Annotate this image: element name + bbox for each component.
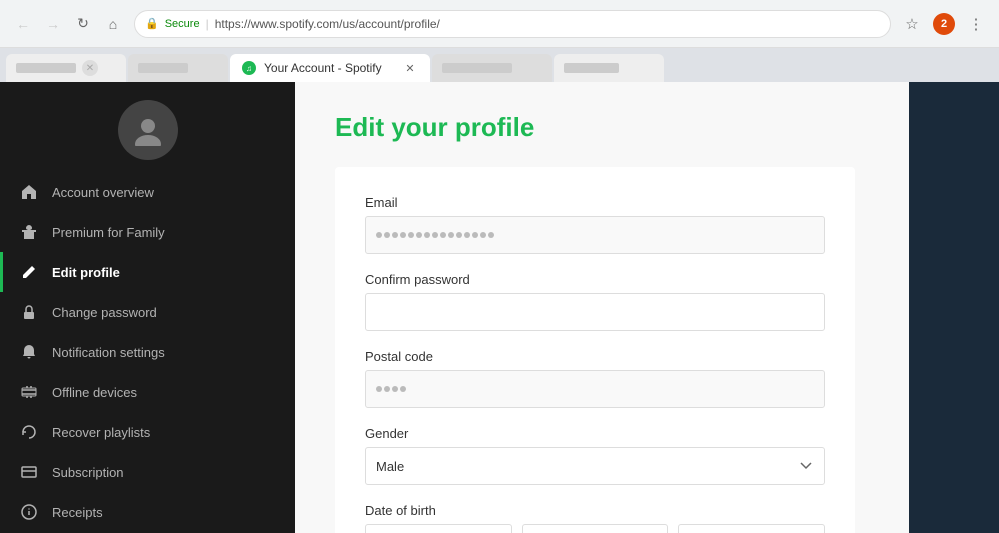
sidebar-item-receipts[interactable]: Receipts xyxy=(0,492,295,532)
forward-button[interactable]: → xyxy=(40,11,66,37)
url-text: https://www.spotify.com/us/account/profi… xyxy=(215,17,440,31)
sidebar-item-account-overview[interactable]: Account overview xyxy=(0,172,295,212)
email-label: Email xyxy=(365,195,825,210)
sidebar-item-premium-family[interactable]: Premium for Family xyxy=(0,212,295,252)
lock-icon: 🔒 xyxy=(145,17,159,30)
confirm-password-input[interactable] xyxy=(365,293,825,331)
email-blur xyxy=(376,232,494,238)
info-icon xyxy=(20,503,38,521)
page-content: Edit your profile Email Confirm pass xyxy=(295,82,909,533)
tab-favicon: ♫ xyxy=(242,61,256,75)
sidebar-item-recover-playlists[interactable]: Recover playlists xyxy=(0,412,295,452)
tab-close-button[interactable]: ✕ xyxy=(402,60,418,76)
dob-row xyxy=(365,524,825,533)
active-tab[interactable]: ♫ Your Account - Spotify ✕ xyxy=(230,54,430,82)
dob-month-wrap xyxy=(522,524,669,533)
tab-bar: ✕ ♫ Your Account - Spotify ✕ xyxy=(0,48,999,82)
sidebar-item-label: Recover playlists xyxy=(52,425,150,440)
sidebar-item-label: Notification settings xyxy=(52,345,165,360)
home-icon xyxy=(20,183,38,201)
reload-button[interactable]: ↻ xyxy=(70,11,96,37)
form-card: Email Confirm password Pos xyxy=(335,167,855,533)
sidebar-item-label: Premium for Family xyxy=(52,225,165,240)
tab-title: Your Account - Spotify xyxy=(264,61,394,75)
nav-buttons: ← → ↻ ⌂ xyxy=(10,11,126,37)
dob-year-wrap xyxy=(678,524,825,533)
sidebar-item-notifications[interactable]: Notification settings xyxy=(0,332,295,372)
page-title: Edit your profile xyxy=(335,112,869,143)
sidebar-item-label: Change password xyxy=(52,305,157,320)
secure-label: Secure xyxy=(165,18,200,30)
edit-icon xyxy=(20,263,38,281)
sidebar: Account overview Premium for Family Edit… xyxy=(0,82,295,533)
email-group: Email xyxy=(365,195,825,254)
gift-icon xyxy=(20,223,38,241)
devices-icon xyxy=(20,383,38,401)
refresh-icon xyxy=(20,423,38,441)
bookmark-button[interactable]: ☆ xyxy=(899,11,925,37)
sidebar-item-offline-devices[interactable]: Offline devices xyxy=(0,372,295,412)
gender-group: Gender Male Female Non-binary Prefer not… xyxy=(365,426,825,485)
sidebar-item-label: Subscription xyxy=(52,465,124,480)
lock-icon xyxy=(20,303,38,321)
sidebar-nav: Account overview Premium for Family Edit… xyxy=(0,172,295,533)
browser-chrome: ← → ↻ ⌂ 🔒 Secure | https://www.spotify.c… xyxy=(0,0,999,48)
gender-select[interactable]: Male Female Non-binary Prefer not to say xyxy=(365,447,825,485)
address-bar[interactable]: 🔒 Secure | https://www.spotify.com/us/ac… xyxy=(134,10,891,38)
dob-group: Date of birth xyxy=(365,503,825,533)
dob-day-wrap xyxy=(365,524,512,533)
sidebar-item-edit-profile[interactable]: Edit profile xyxy=(0,252,295,292)
sidebar-item-label: Offline devices xyxy=(52,385,137,400)
bell-icon xyxy=(20,343,38,361)
sidebar-item-label: Edit profile xyxy=(52,265,120,280)
profile-button[interactable]: 2 xyxy=(933,13,955,35)
dob-label: Date of birth xyxy=(365,503,825,518)
sidebar-avatar xyxy=(0,82,295,172)
main-area: Account overview Premium for Family Edit… xyxy=(0,82,999,533)
dob-month-select[interactable] xyxy=(522,524,669,533)
sidebar-item-change-password[interactable]: Change password xyxy=(0,292,295,332)
gender-label: Gender xyxy=(365,426,825,441)
subscription-icon xyxy=(20,463,38,481)
postal-code-group: Postal code xyxy=(365,349,825,408)
postal-blur xyxy=(376,386,406,392)
back-button[interactable]: ← xyxy=(10,11,36,37)
right-background xyxy=(909,82,999,533)
postal-code-input-blurred[interactable] xyxy=(365,370,825,408)
dob-year-select[interactable] xyxy=(678,524,825,533)
sidebar-item-label: Account overview xyxy=(52,185,154,200)
dob-day-select[interactable] xyxy=(365,524,512,533)
avatar xyxy=(118,100,178,160)
confirm-password-group: Confirm password xyxy=(365,272,825,331)
menu-button[interactable]: ⋮ xyxy=(963,11,989,37)
home-button[interactable]: ⌂ xyxy=(100,11,126,37)
sidebar-item-subscription[interactable]: Subscription xyxy=(0,452,295,492)
separator: | xyxy=(206,17,209,31)
sidebar-item-label: Receipts xyxy=(52,505,103,520)
confirm-password-label: Confirm password xyxy=(365,272,825,287)
email-input-blurred xyxy=(365,216,825,254)
postal-code-label: Postal code xyxy=(365,349,825,364)
